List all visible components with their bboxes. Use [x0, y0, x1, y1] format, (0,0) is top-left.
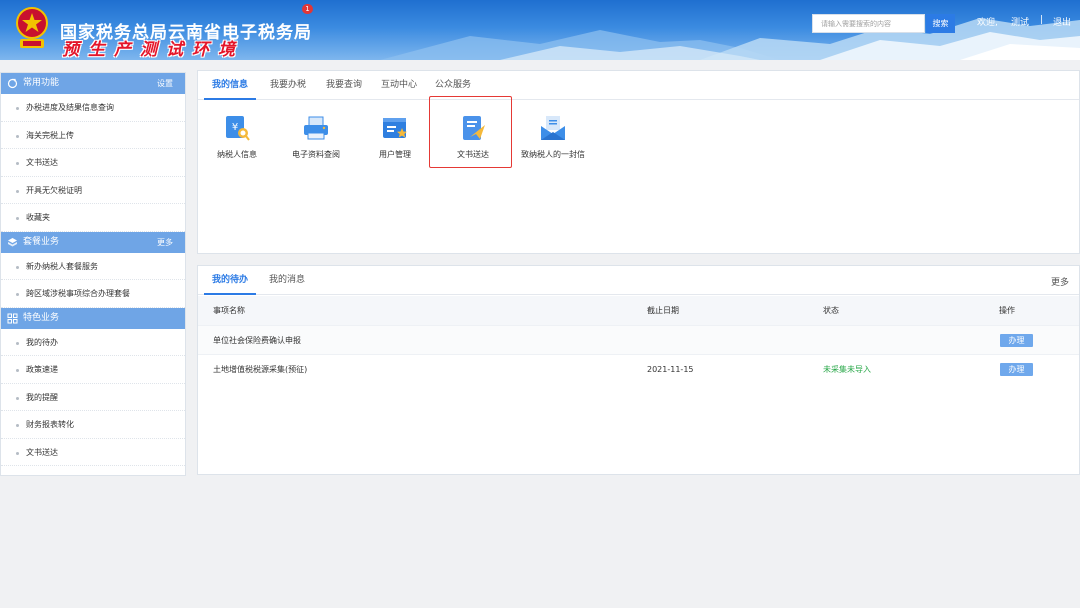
tab-my-todo[interactable]: 我的待办	[204, 266, 256, 295]
func-user-management[interactable]: 用户管理	[368, 113, 422, 160]
environment-title: 预生产测试环境	[62, 40, 244, 60]
column-header-status: 状态	[823, 306, 839, 315]
func-label: 电子资料查阅	[292, 150, 340, 159]
tab-query[interactable]: 我要查询	[318, 71, 370, 100]
table-row: 单位社会保险费确认申报 办理	[198, 325, 1079, 354]
func-taxpayer-info[interactable]: ¥ 纳税人信息	[210, 113, 264, 160]
handle-button[interactable]: 办理	[1000, 334, 1033, 347]
svg-text:¥: ¥	[232, 122, 238, 133]
sidebar-section-title: 常用功能	[23, 78, 60, 88]
sidebar-item-my-reminders[interactable]: 我的提醒	[1, 384, 185, 411]
header-separator: |	[1040, 15, 1044, 25]
sidebar-item-favorites[interactable]: 收藏夹	[1, 204, 185, 232]
sidebar-section-featured[interactable]: 特色业务	[1, 307, 185, 329]
user-management-icon	[383, 118, 407, 138]
row-status: 未采集未导入	[823, 365, 871, 374]
sidebar-item-no-arrears-certificate[interactable]: 开具无欠税证明	[1, 177, 185, 204]
sidebar: 常用功能 设置 办税进度及结果信息查询 海关完税上传 文书送达 开具无欠税证明 …	[0, 72, 186, 476]
sidebar-item-cross-region-package[interactable]: 跨区域涉税事项综合办理套餐	[1, 280, 185, 308]
tab-my-messages[interactable]: 我的消息	[261, 266, 313, 295]
username-link[interactable]: 测试	[1011, 15, 1029, 28]
refresh-icon	[7, 78, 18, 89]
column-header-deadline: 截止日期	[647, 306, 679, 315]
sidebar-item-tax-progress-query[interactable]: 办税进度及结果信息查询	[1, 94, 185, 122]
box-icon	[8, 237, 17, 246]
more-link[interactable]: 更多	[157, 232, 173, 253]
logout-link[interactable]: 退出	[1053, 15, 1071, 28]
sidebar-item-new-taxpayer-package[interactable]: 新办纳税人套餐服务	[1, 253, 185, 280]
tax-emblem-icon	[16, 7, 48, 48]
table-header: 事项名称 截止日期 状态 操作	[198, 296, 1079, 325]
handle-button[interactable]: 办理	[1000, 363, 1033, 376]
info-tabs: 我的信息 我要办税 我要查询 互动中心 公众服务	[198, 71, 1079, 100]
todo-tabs: 我的待办 我的消息 更多	[198, 266, 1079, 295]
sidebar-section-common[interactable]: 常用功能 设置	[1, 73, 185, 94]
row-item-name: 土地增值税税源采集(预征)	[213, 365, 308, 374]
tab-tax-filing[interactable]: 我要办税	[262, 71, 314, 100]
func-letter-to-taxpayer[interactable]: 致纳税人的一封信	[520, 113, 586, 160]
sidebar-item-customs-upload[interactable]: 海关完税上传	[1, 122, 185, 149]
sidebar-item-my-todo[interactable]: 我的待办	[1, 329, 185, 356]
todo-more-link[interactable]: 更多	[1051, 275, 1069, 288]
func-label: 纳税人信息	[217, 150, 257, 159]
message-count-badge: 1	[302, 4, 313, 14]
func-label: 用户管理	[379, 150, 411, 159]
search-input[interactable]: 请输入需要搜索的内容	[812, 14, 925, 33]
page-header: 国家税务总局云南省电子税务局 预生产测试环境 请输入需要搜索的内容 搜索 欢迎,…	[0, 0, 1080, 60]
sidebar-item-policy-express[interactable]: 政策速递	[1, 356, 185, 384]
sidebar-item-document-delivery-2[interactable]: 文书送达	[1, 439, 185, 466]
row-deadline: 2021-11-15	[647, 365, 694, 374]
table-row: 土地增值税税源采集(预征) 2021-11-15 未采集未导入 办理	[198, 354, 1079, 383]
func-electronic-documents[interactable]: 电子资料查阅	[286, 113, 346, 160]
settings-link[interactable]: 设置	[157, 73, 173, 94]
letter-icon	[541, 116, 565, 140]
sidebar-item-financial-report[interactable]: 财务报表转化	[1, 411, 185, 439]
sidebar-section-title: 特色业务	[23, 312, 60, 323]
welcome-text: 欢迎,	[977, 18, 998, 28]
func-label: 致纳税人的一封信	[521, 150, 585, 159]
todo-panel: 我的待办 我的消息 更多 事项名称 截止日期 状态 操作 单位社会保险费确认申报…	[197, 265, 1080, 475]
column-header-name: 事项名称	[213, 306, 245, 315]
my-info-panel: 我的信息 我要办税 我要查询 互动中心 公众服务 ¥ 纳税人信息 电子资料查阅	[197, 70, 1080, 254]
sidebar-item-document-delivery[interactable]: 文书送达	[1, 149, 185, 177]
row-item-name: 单位社会保险费确认申报	[213, 336, 301, 345]
sidebar-section-title: 套餐业务	[23, 236, 60, 247]
grid-icon	[7, 313, 18, 323]
sidebar-section-package[interactable]: 套餐业务 更多	[1, 231, 185, 253]
electronic-document-icon	[304, 116, 328, 140]
search-button[interactable]: 搜索	[926, 14, 955, 33]
tab-my-info[interactable]: 我的信息	[204, 71, 256, 100]
tab-interaction-center[interactable]: 互动中心	[373, 71, 425, 100]
taxpayer-info-icon: ¥	[226, 116, 250, 141]
column-header-action: 操作	[999, 306, 1015, 315]
highlight-box	[429, 96, 512, 168]
